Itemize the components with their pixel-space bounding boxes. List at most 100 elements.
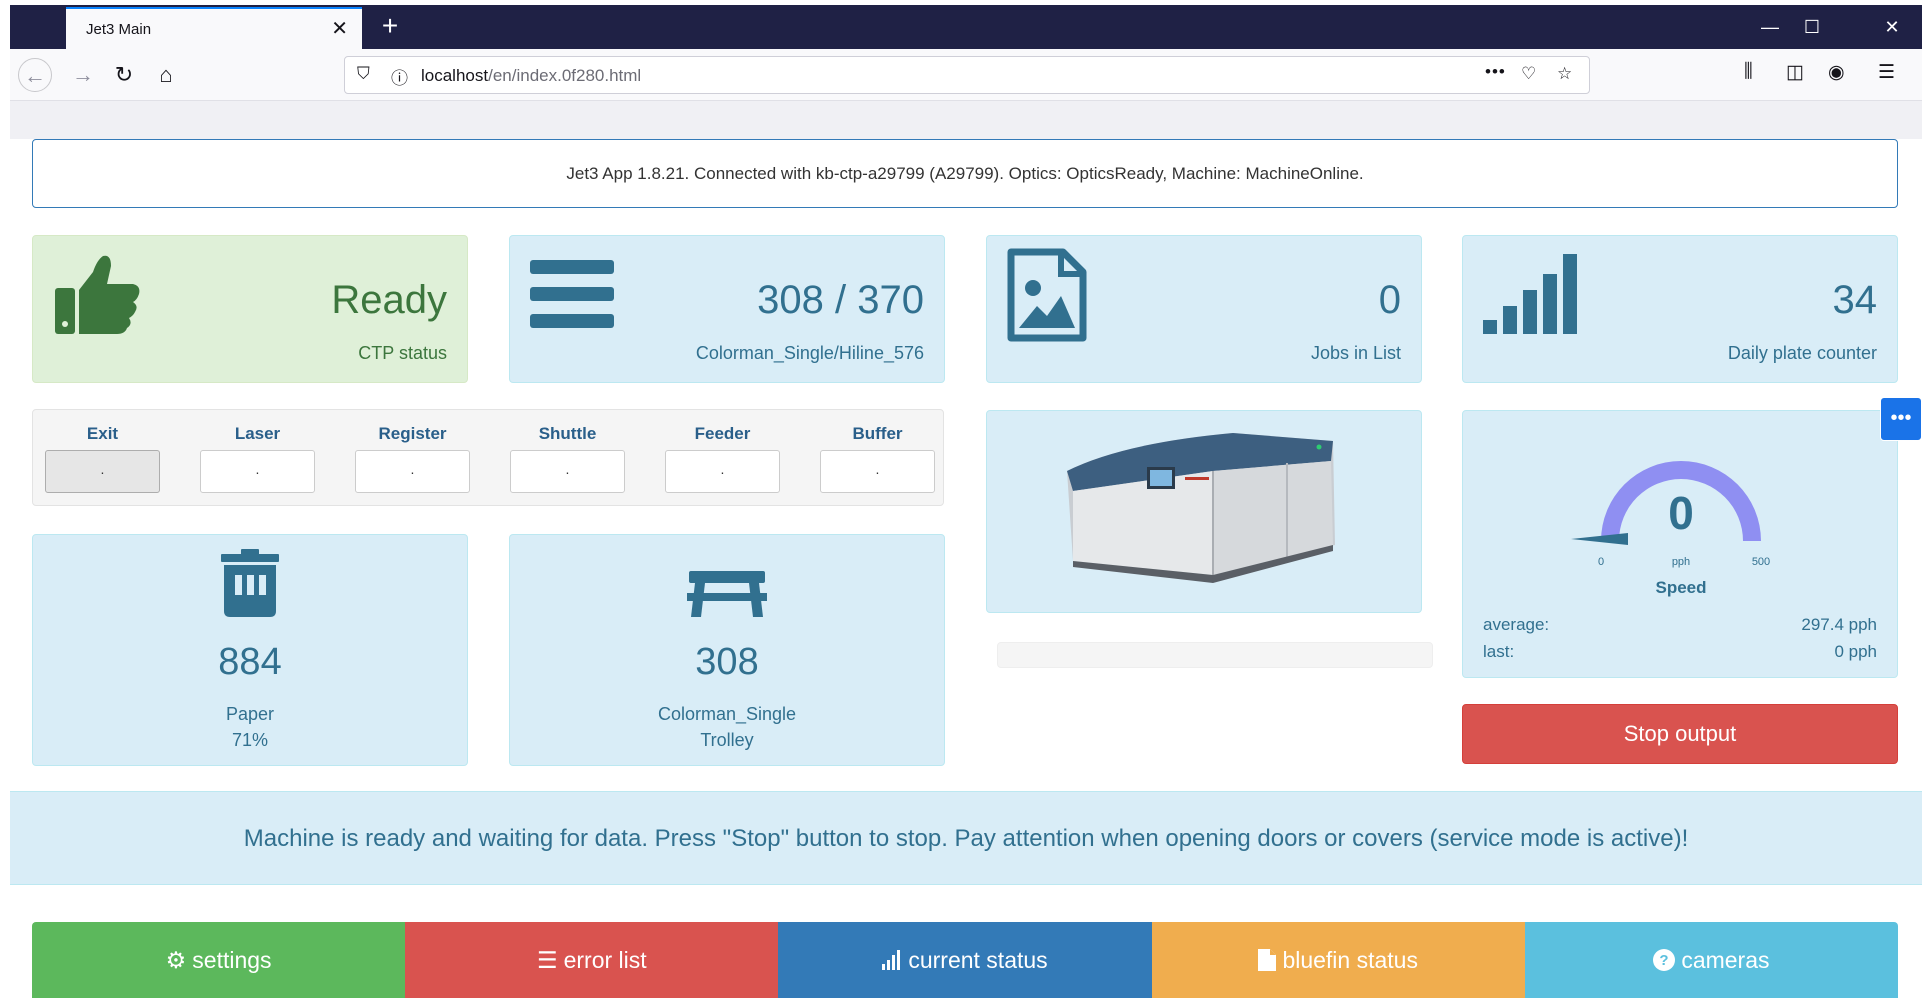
footer-nav: ⚙ settings ☰ error list current status blu…: [32, 922, 1899, 998]
speed-panel: 0 0 pph 500 Speed average: 297.4 pph las…: [1462, 410, 1898, 678]
paper-percent: 71%: [231, 730, 269, 750]
account-icon[interactable]: ◉: [1828, 61, 1845, 84]
maximize-icon[interactable]: ☐: [1792, 13, 1832, 41]
plates-value: 308 / 370: [757, 278, 924, 322]
gauge-unit: pph: [1672, 556, 1690, 568]
url-bar[interactable]: ⛉ ⓘ localhost/en/index.0f280.html ••• ♡ …: [344, 56, 1590, 94]
speed-average-value: 297.4 pph: [1801, 615, 1877, 634]
station-status-box[interactable]: .: [820, 450, 935, 493]
gauge-needle: [1571, 533, 1628, 545]
daily-counter-label: Daily plate counter: [1727, 343, 1877, 363]
station-name: Exit: [86, 424, 119, 443]
reload-icon[interactable]: ↻: [107, 58, 141, 92]
stop-output-button[interactable]: Stop output: [1462, 704, 1898, 764]
trolley-icon: [687, 571, 767, 617]
speed-last-label: last:: [1483, 642, 1515, 661]
current-status-button[interactable]: current status: [778, 922, 1152, 998]
settings-label: settings: [192, 947, 272, 973]
bookmarks-toolbar: [10, 101, 1922, 139]
paper-label: Paper: [225, 704, 275, 724]
plates-label: Colorman_Single/Hiline_576: [695, 343, 924, 363]
speed-average-label: average:: [1483, 615, 1550, 634]
daily-counter-value: 34: [1832, 278, 1878, 322]
ctp-status-label: CTP status: [358, 343, 447, 363]
jobs-label: Jobs in List: [1310, 343, 1401, 363]
trash-icon: [221, 549, 279, 617]
speed-last-row: last: 0 pph: [1483, 642, 1877, 662]
trolley-value: 308: [695, 641, 759, 683]
close-window-icon[interactable]: ✕: [1872, 13, 1912, 41]
browser-nav-bar: ← → ↻ ⌂ ⛉ ⓘ localhost/en/index.0f280.htm…: [10, 49, 1922, 101]
station-laser: Laser .: [200, 424, 315, 493]
station-feeder: Feeder .: [665, 424, 780, 493]
speed-gauge: 0 0 pph 500 Speed: [1571, 461, 1770, 597]
speed-average-row: average: 297.4 pph: [1483, 615, 1877, 635]
gear-icon: ⚙: [165, 947, 187, 973]
cameras-button[interactable]: ? cameras: [1524, 922, 1899, 998]
trolley-panel: 308 Colorman_Single Trolley: [509, 534, 945, 766]
stations-panel: Exit . Laser . Register . Shuttle . Feed…: [32, 409, 944, 506]
minimize-icon[interactable]: —: [1750, 13, 1790, 41]
browser-tab[interactable]: Jet3 Main ✕: [66, 7, 362, 49]
jet3-app: Jet3 App 1.8.21. Connected with kb-ctp-a…: [10, 139, 1922, 998]
bluefin-status-label: bluefin status: [1282, 947, 1418, 973]
station-shuttle: Shuttle .: [510, 424, 625, 493]
station-exit: Exit .: [45, 424, 160, 493]
info-icon[interactable]: ⓘ: [391, 64, 408, 89]
bookmark-star-icon[interactable]: ☆: [1557, 64, 1572, 84]
back-icon[interactable]: ←: [18, 58, 52, 92]
station-status-box[interactable]: .: [45, 450, 160, 493]
station-status-box[interactable]: .: [665, 450, 780, 493]
status-message: Machine is ready and waiting for data. P…: [10, 791, 1922, 885]
chat-widget-icon[interactable]: •••: [1880, 397, 1922, 441]
gauge-max: 500: [1752, 556, 1770, 568]
ctp-status-panel: Ready CTP status: [32, 235, 468, 383]
station-name: Register: [378, 424, 447, 443]
trolley-label-2: Trolley: [700, 730, 754, 750]
station-status-box[interactable]: .: [355, 450, 470, 493]
shield-icon[interactable]: ⛉: [357, 64, 370, 84]
connection-info-bar: Jet3 App 1.8.21. Connected with kb-ctp-a…: [32, 139, 1898, 208]
error-list-label: error list: [563, 947, 647, 973]
signal-bars-icon: [1483, 254, 1577, 334]
paper-value: 884: [218, 641, 282, 683]
ctp-machine-image: [1067, 433, 1335, 583]
thumbs-up-icon: [55, 255, 140, 334]
pocket-icon[interactable]: ♡: [1521, 64, 1536, 84]
tab-close-icon[interactable]: ✕: [331, 18, 348, 40]
tab-title: Jet3 Main: [86, 21, 152, 38]
list-bars-icon: [530, 260, 614, 328]
signal-icon: [882, 922, 902, 998]
file-icon: [1258, 922, 1277, 998]
plates-panel: 308 / 370 Colorman_Single/Hiline_576: [509, 235, 945, 383]
library-icon[interactable]: ⫼: [1744, 61, 1753, 83]
gauge-title: Speed: [1655, 578, 1706, 597]
cameras-label: cameras: [1681, 947, 1770, 973]
ctp-status-value: Ready: [331, 278, 447, 322]
paper-label-block: Paper 71%: [33, 701, 467, 753]
svg-text:?: ?: [1660, 952, 1669, 969]
gauge-value: 0: [1668, 487, 1694, 539]
forward-icon[interactable]: →: [66, 58, 100, 92]
url-text[interactable]: localhost/en/index.0f280.html: [421, 66, 641, 86]
sidebar-icon[interactable]: ◫: [1786, 61, 1804, 84]
station-name: Laser: [234, 424, 281, 443]
speed-last-value: 0 pph: [1834, 642, 1877, 661]
station-name: Feeder: [694, 424, 751, 443]
browser-tab-bar: Jet3 Main ✕ + — ☐ ✕: [10, 5, 1922, 49]
list-icon: ☰: [536, 947, 558, 973]
error-list-button[interactable]: ☰ error list: [405, 922, 779, 998]
trolley-label: Colorman_Single: [657, 704, 797, 724]
home-icon[interactable]: ⌂: [149, 58, 183, 92]
settings-button[interactable]: ⚙ settings: [32, 922, 406, 998]
menu-icon[interactable]: ☰: [1878, 61, 1895, 84]
more-actions-icon[interactable]: •••: [1485, 62, 1506, 82]
bluefin-status-button[interactable]: bluefin status: [1151, 922, 1525, 998]
station-status-box[interactable]: .: [510, 450, 625, 493]
jobs-panel: 0 Jobs in List: [986, 235, 1422, 383]
station-status-box[interactable]: .: [200, 450, 315, 493]
station-name: Shuttle: [538, 424, 597, 443]
new-tab-icon[interactable]: +: [374, 11, 406, 43]
url-path: /en/index.0f280.html: [488, 66, 642, 85]
url-host: localhost: [421, 66, 489, 85]
